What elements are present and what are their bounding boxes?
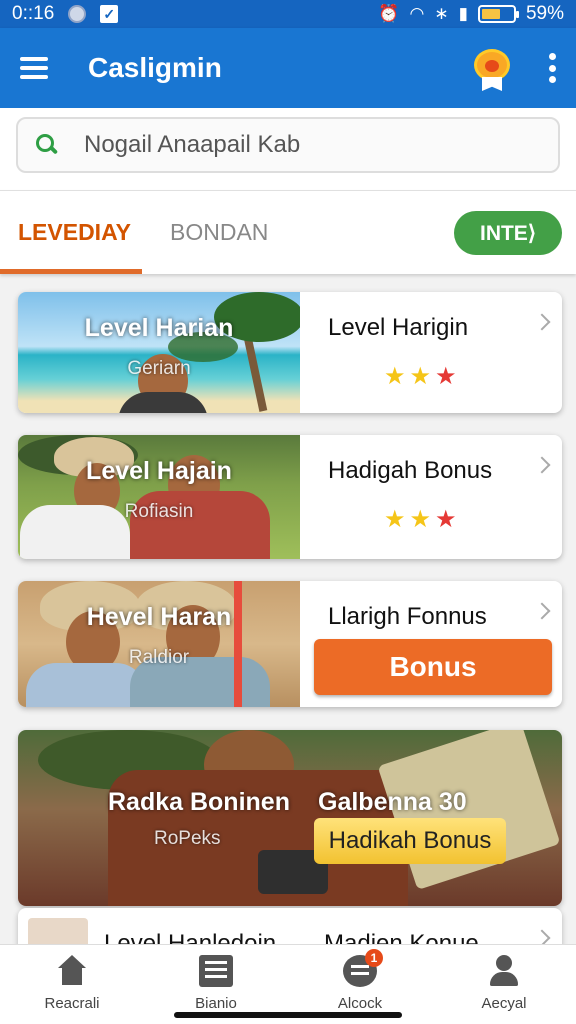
list-icon bbox=[199, 955, 233, 987]
bonus-button[interactable]: Bonus bbox=[314, 639, 552, 695]
card-image-title: Radka Boninen bbox=[108, 788, 290, 816]
nav-item-aecyal[interactable]: Aecyal bbox=[432, 945, 576, 1024]
card-image-subtitle: Geriarn bbox=[127, 358, 191, 379]
hamburger-menu-icon[interactable] bbox=[20, 57, 48, 79]
star-icon: ★ bbox=[409, 363, 432, 390]
battery-icon bbox=[477, 5, 519, 23]
star-rating: ★ ★ ★ bbox=[384, 362, 457, 391]
search-input[interactable] bbox=[84, 131, 524, 159]
nav-label: Alcock bbox=[337, 995, 383, 1012]
star-icon: ★ bbox=[384, 506, 406, 533]
card-image-title: Level Harian bbox=[84, 314, 234, 342]
nav-label: Aecyal bbox=[481, 995, 527, 1012]
search-box[interactable] bbox=[16, 117, 560, 173]
card-title: Galbenna 30 bbox=[318, 788, 467, 816]
nav-item-reacrali[interactable]: Reacrali bbox=[0, 945, 144, 1024]
featured-card[interactable]: Radka Boninen RoPeks Galbenna 30 Hadikah… bbox=[18, 730, 562, 906]
chat-icon: 1 bbox=[343, 949, 383, 987]
app-notification-icon bbox=[68, 5, 87, 23]
card-image: Hevel Haran Raldior bbox=[18, 581, 300, 707]
card-image-subtitle: RoPeks bbox=[154, 828, 221, 849]
level-card-2[interactable]: Level Hajain Rofiasin Hadigah Bonus ★ ★ … bbox=[18, 435, 562, 559]
chevron-right-icon bbox=[533, 313, 551, 331]
search-container bbox=[0, 108, 576, 190]
nav-label: Reacrali bbox=[44, 995, 100, 1012]
medal-badge-icon[interactable] bbox=[472, 45, 512, 91]
battery-percent: 59% bbox=[525, 3, 564, 24]
person-icon bbox=[487, 955, 521, 987]
tab-levediay[interactable]: LEVEDIAY bbox=[18, 219, 131, 246]
bluetooth-icon: ∗ bbox=[434, 4, 449, 23]
card-title: Llarigh Fonnus bbox=[328, 603, 487, 630]
tab-bondan[interactable]: BONDAN bbox=[170, 219, 268, 246]
star-icon: ★ bbox=[435, 363, 457, 390]
chevron-right-icon bbox=[533, 456, 551, 474]
inter-button[interactable]: INTE⟩ bbox=[454, 211, 562, 255]
card-image-title: Level Hajain bbox=[86, 457, 232, 485]
card-title: Level Harigin bbox=[328, 314, 469, 341]
card-image-title: Hevel Haran bbox=[86, 603, 232, 631]
search-icon bbox=[36, 134, 58, 156]
more-options-icon[interactable] bbox=[548, 53, 556, 83]
wifi-icon: ◠ bbox=[409, 4, 425, 23]
tab-active-indicator bbox=[0, 269, 142, 274]
home-icon bbox=[55, 955, 89, 987]
star-icon: ★ bbox=[435, 506, 457, 533]
chevron-right-icon bbox=[533, 602, 551, 620]
card-title: Hadigah Bonus bbox=[328, 457, 493, 484]
nav-label: Bianio bbox=[195, 995, 237, 1012]
star-icon: ★ bbox=[384, 363, 406, 390]
tab-bar: LEVEDIAY BONDAN INTE⟩ bbox=[0, 190, 576, 274]
home-indicator[interactable] bbox=[174, 1012, 402, 1018]
card-image: Level Hajain Rofiasin bbox=[18, 435, 300, 559]
card-image: Level Harian Geriarn bbox=[18, 292, 300, 413]
level-card-3[interactable]: Hevel Haran Raldior Llarigh Fonnus Bonus bbox=[18, 581, 562, 707]
alarm-icon: ⏰ bbox=[378, 4, 400, 23]
star-icon: ★ bbox=[409, 506, 432, 533]
card-image-subtitle: Raldior bbox=[128, 647, 190, 668]
status-time: 0::16 bbox=[12, 3, 55, 24]
notification-badge: 1 bbox=[365, 949, 383, 967]
level-card-1[interactable]: Level Harian Geriarn Level Harigin ★ ★ ★ bbox=[18, 292, 562, 413]
hadikah-bonus-button[interactable]: Hadikah Bonus bbox=[314, 818, 506, 864]
status-bar: 0::16 ✓ ⏰ ◠ ∗ ▮ 59% bbox=[0, 0, 576, 28]
app-bar: Casligmin bbox=[0, 28, 576, 108]
card-image-subtitle: Rofiasin bbox=[124, 501, 194, 522]
signal-icon: ▮ bbox=[458, 4, 468, 23]
star-rating: ★ ★ ★ bbox=[384, 505, 457, 534]
app-title: Casligmin bbox=[88, 52, 222, 83]
checkbox-notification-icon: ✓ bbox=[100, 5, 119, 23]
